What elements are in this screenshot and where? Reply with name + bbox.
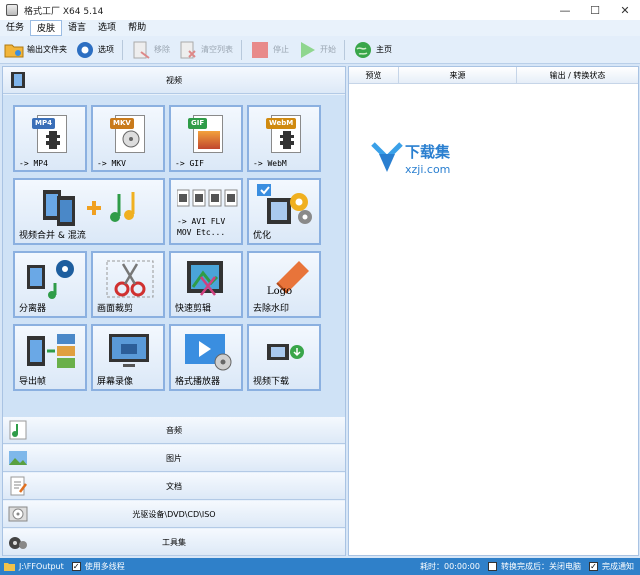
menu-skin[interactable]: 皮肤 — [30, 20, 63, 36]
minimize-button[interactable]: — — [550, 0, 580, 20]
folder-icon — [4, 44, 24, 57]
toolbar-separator — [241, 39, 242, 60]
home-button[interactable]: 主页 — [349, 37, 396, 63]
checkbox-checked-icon: ✓ — [589, 561, 598, 571]
options-button[interactable]: 选项 — [71, 37, 118, 63]
tile-remove-watermark[interactable]: Logo 去除水印 — [247, 251, 321, 318]
logo-text: Logo — [267, 286, 293, 297]
col-output-status[interactable]: 输出 / 转换状态 — [517, 67, 638, 84]
disc-icon — [8, 506, 28, 522]
menu-bar: 任务 皮肤 语言 选项 帮助 — [0, 20, 640, 36]
tile-to-gif[interactable]: GIF -> GIF — [169, 105, 243, 172]
output-folder-button[interactable]: 输出文件夹 — [0, 37, 71, 63]
video-tools-grid: MP4 -> MP4 MKV -> MKV GIF -> GIF WebM ->… — [3, 95, 345, 417]
col-source[interactable]: 来源 — [399, 67, 517, 84]
merge-icon — [43, 190, 135, 226]
document-icon — [10, 476, 27, 496]
scissors-icon — [106, 260, 154, 298]
tile-optimize[interactable]: 优化 — [247, 178, 321, 245]
maximize-button[interactable]: ☐ — [580, 0, 610, 20]
optimize-icon — [257, 184, 312, 224]
download-icon — [267, 344, 304, 360]
toolbar-separator — [344, 39, 345, 60]
status-bar: J:\FFOutput ✓ 使用多线程 耗时：00:00:00 转换完成后：关闭… — [0, 558, 640, 575]
play-icon — [301, 41, 315, 58]
category-audio[interactable]: 音频 — [3, 417, 345, 444]
checkbox-checked-icon: ✓ — [71, 561, 81, 571]
tile-to-avi-flv-mov[interactable]: -> AVI FLV MOV Etc... — [169, 178, 243, 245]
tile-export-frames[interactable]: 导出帧 — [13, 324, 87, 391]
col-preview[interactable]: 预览 — [349, 67, 399, 84]
start-button[interactable]: 开始 — [293, 37, 340, 63]
tile-format-player[interactable]: 格式播放器 — [169, 324, 243, 391]
task-table-header: 预览 来源 输出 / 转换状态 — [349, 67, 638, 84]
menu-help[interactable]: 帮助 — [122, 20, 152, 36]
player-icon — [185, 334, 232, 371]
clear-list-icon — [180, 41, 196, 58]
window-title: 格式工厂 X64 5.14 — [24, 6, 104, 17]
category-image[interactable]: 图片 — [3, 445, 345, 472]
function-panel: 视频 MP4 -> MP4 MKV -> MKV GIF -> GIF WebM… — [2, 66, 346, 556]
mp4-file-icon: MP4 — [32, 115, 67, 153]
picture-icon — [9, 451, 27, 465]
stop-button[interactable]: 停止 — [246, 37, 293, 63]
watermark-logo: 下载集 xzji.com — [369, 141, 450, 176]
tile-video-download[interactable]: 视频下载 — [247, 324, 321, 391]
shutdown-after-checkbox[interactable]: 转换完成后：关闭电脑 — [488, 561, 581, 572]
globe-icon — [355, 41, 371, 58]
tile-to-mp4[interactable]: MP4 -> MP4 — [13, 105, 87, 172]
tile-crop[interactable]: 画面裁剪 — [91, 251, 165, 318]
gear-icon — [77, 41, 93, 58]
category-tools[interactable]: 工具集 — [3, 529, 345, 556]
menu-language[interactable]: 语言 — [62, 20, 92, 36]
app-icon — [6, 4, 18, 16]
checkbox-unchecked-icon — [488, 562, 497, 571]
folder-icon — [4, 563, 15, 571]
tile-screen-record[interactable]: 屏幕录像 — [91, 324, 165, 391]
webm-file-icon: WebM — [266, 115, 301, 153]
remove-icon — [133, 41, 150, 59]
toolkit-icon — [9, 537, 27, 549]
tile-to-webm[interactable]: WebM -> WebM — [247, 105, 321, 172]
remove-button[interactable]: 移除 — [127, 37, 174, 63]
format-strip-icon — [177, 189, 238, 207]
tile-to-mkv[interactable]: MKV -> MKV — [91, 105, 165, 172]
multithread-checkbox[interactable]: ✓ 使用多线程 — [71, 561, 125, 572]
category-optical[interactable]: 光驱设备\DVD\CD\ISO — [3, 501, 345, 528]
mkv-file-icon: MKV — [110, 115, 145, 153]
menu-options[interactable]: 选项 — [92, 20, 122, 36]
stop-icon — [252, 41, 268, 58]
gif-file-icon: GIF — [188, 115, 223, 153]
notify-checkbox[interactable]: ✓ 完成通知 — [589, 561, 634, 572]
tile-splitter[interactable]: 分离器 — [13, 251, 87, 318]
close-button[interactable]: ✕ — [610, 0, 640, 20]
download-arrow-icon — [371, 141, 403, 172]
elapsed-time: 耗时：00:00:00 — [420, 562, 480, 571]
splitter-icon — [27, 260, 74, 299]
clear-list-button[interactable]: 清空列表 — [174, 37, 237, 63]
tile-video-merge[interactable]: 视频合并 & 混流 — [13, 178, 165, 245]
window-controls: — ☐ ✕ — [550, 0, 640, 20]
category-document[interactable]: 文档 — [3, 473, 345, 500]
toolbar: 输出文件夹 选项 移除 清空列表 停止 开始 主页 — [0, 36, 640, 64]
film-icon — [11, 72, 25, 88]
music-icon — [9, 420, 27, 440]
task-list-panel[interactable]: 预览 来源 输出 / 转换状态 下载集 xzji.com — [348, 66, 639, 556]
monitor-icon — [109, 334, 149, 367]
menu-task[interactable]: 任务 — [0, 20, 30, 36]
quick-clip-icon — [187, 261, 223, 296]
title-bar: 格式工厂 X64 5.14 — ☐ ✕ — [0, 0, 640, 20]
toolbar-separator — [122, 39, 123, 60]
tile-quick-clip[interactable]: 快速剪辑 — [169, 251, 243, 318]
export-frames-icon — [27, 334, 75, 368]
output-path[interactable]: J:\FFOutput — [4, 561, 64, 572]
category-video[interactable]: 视频 — [3, 67, 345, 94]
